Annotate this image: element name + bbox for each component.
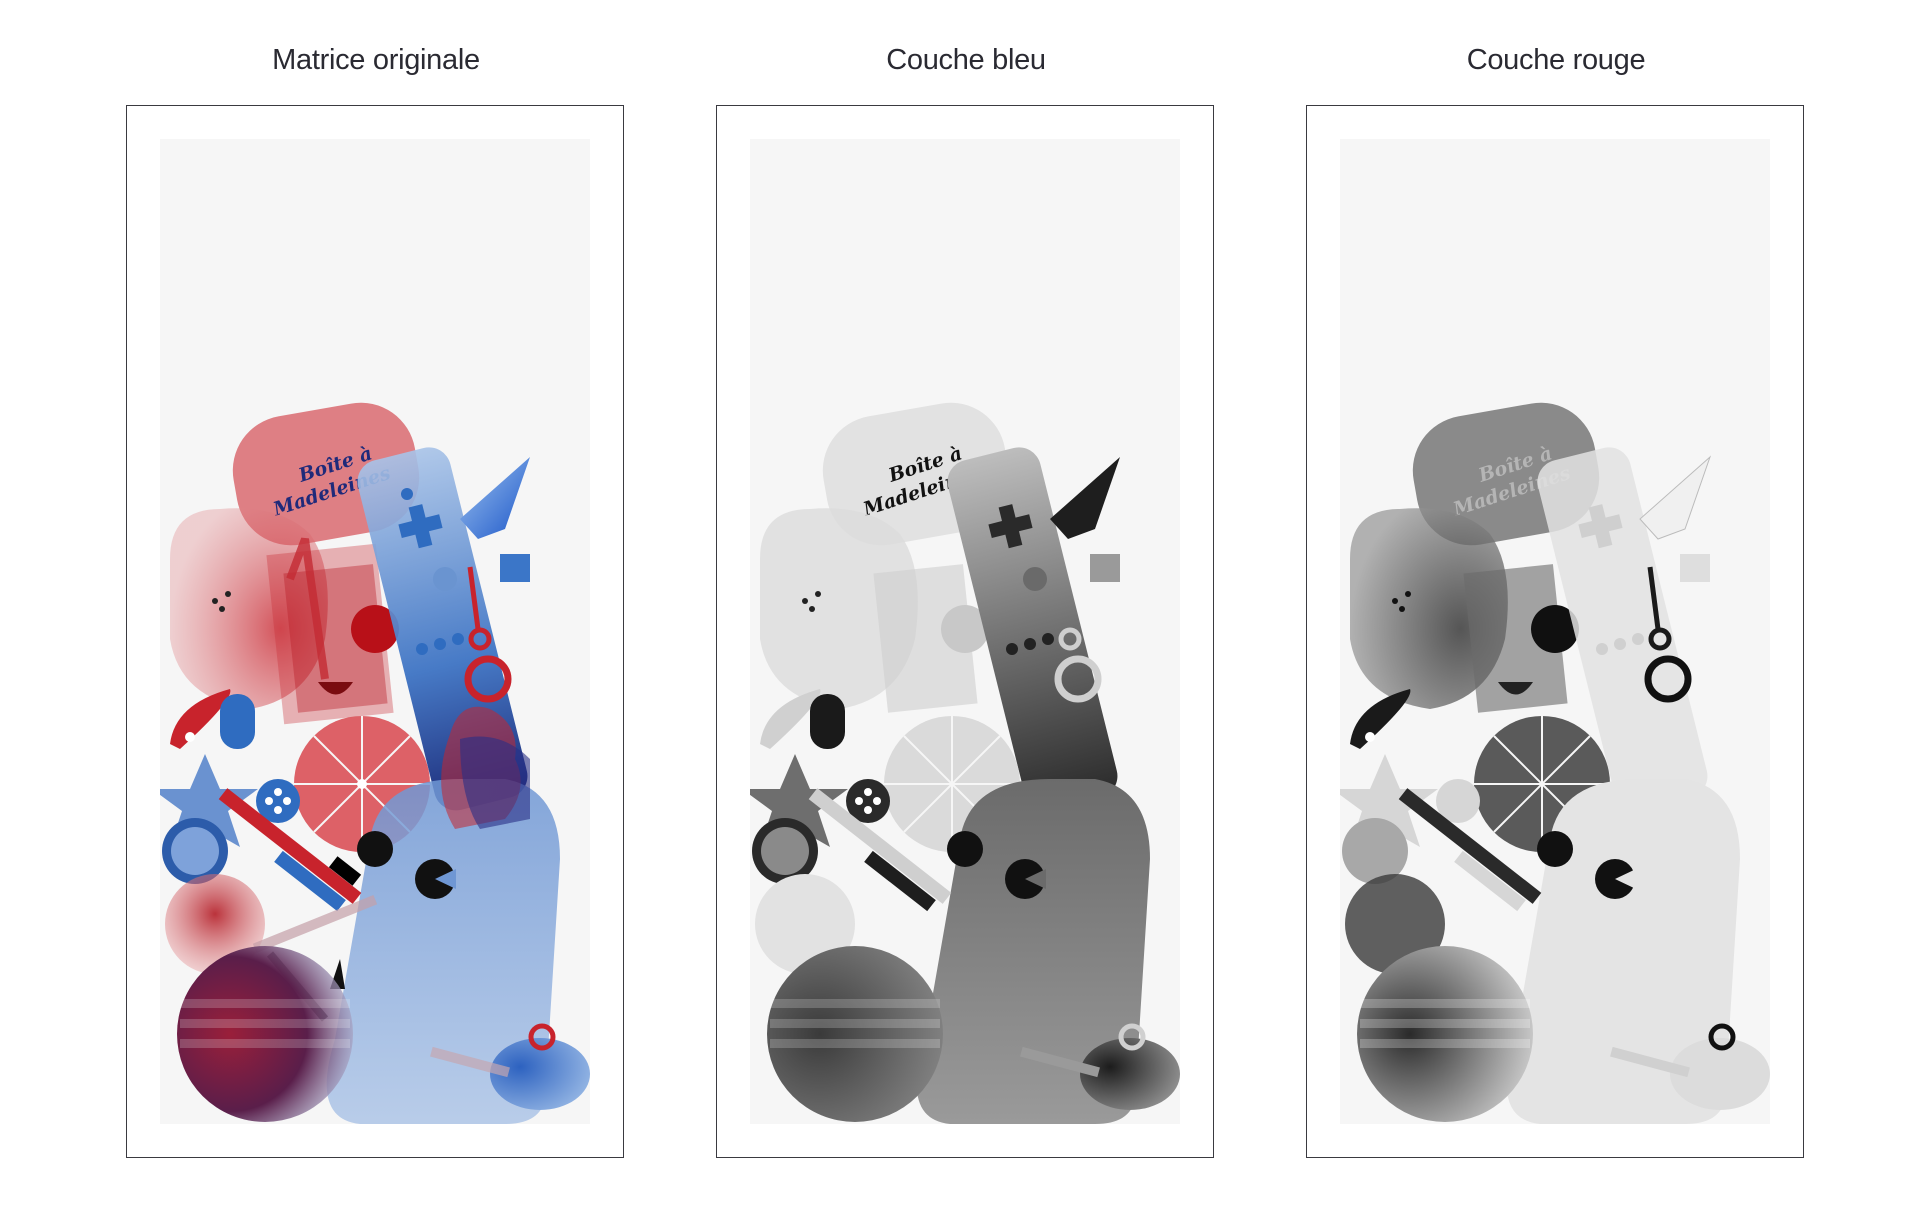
collage-artwork: Boîte à Madeleines — [1340, 402, 1770, 1124]
image-frame: Boîte à Madeleines — [716, 105, 1214, 1158]
artwork-canvas: Boîte à Madeleines — [1340, 139, 1770, 1124]
panel-title: Couche bleu — [886, 44, 1046, 76]
panel-title: Matrice originale — [272, 44, 480, 76]
panel-title: Couche rouge — [1466, 44, 1646, 76]
collage-artwork: Boîte à Madeleines — [750, 402, 1180, 1124]
artwork-canvas: Boîte à Madeleines — [750, 139, 1180, 1124]
image-frame: Boîte à Madeleines — [1306, 105, 1804, 1158]
collage-artwork: Boîte à Madeleines — [160, 402, 590, 1124]
image-frame: Boîte à Madeleines — [126, 105, 624, 1158]
artwork-canvas: Boîte à Madeleines — [160, 139, 590, 1124]
